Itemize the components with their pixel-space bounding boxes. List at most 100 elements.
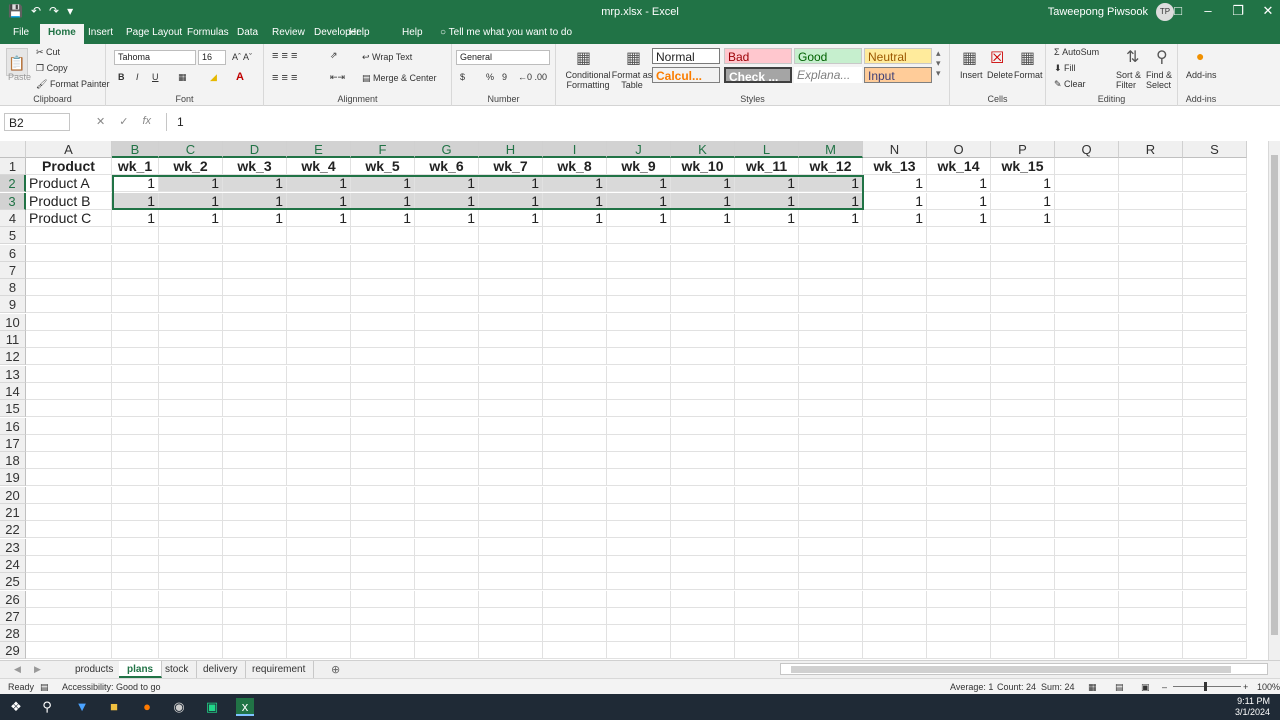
cell-e10[interactable] [287, 313, 351, 331]
cell-p17[interactable] [991, 434, 1055, 452]
cell-a24[interactable] [26, 555, 112, 573]
cell-q15[interactable] [1055, 400, 1119, 418]
row-header-20[interactable]: 20 [0, 486, 26, 504]
cell-q22[interactable] [1055, 521, 1119, 539]
cell-j9[interactable] [607, 296, 671, 314]
cell-e5[interactable] [287, 227, 351, 245]
cell-b7[interactable] [112, 261, 159, 279]
cell-g18[interactable] [415, 452, 479, 470]
cell-g12[interactable] [415, 348, 479, 366]
cell-s8[interactable] [1183, 279, 1247, 297]
insert-cells-button[interactable]: Insert [960, 70, 983, 80]
cell-p22[interactable] [991, 521, 1055, 539]
cell-n19[interactable] [863, 469, 927, 487]
cell-r6[interactable] [1119, 244, 1183, 262]
cell-p2[interactable]: 1 [991, 175, 1055, 193]
cell-e2[interactable]: 1 [287, 175, 351, 193]
cell-f17[interactable] [351, 434, 415, 452]
decimal-icon[interactable]: ←0 .00 [518, 72, 547, 82]
cell-h8[interactable] [479, 279, 543, 297]
cell-a15[interactable] [26, 400, 112, 418]
cell-f10[interactable] [351, 313, 415, 331]
cell-e26[interactable] [287, 590, 351, 608]
tab-data[interactable]: Data [237, 27, 258, 38]
cell-i18[interactable] [543, 452, 607, 470]
cell-e4[interactable]: 1 [287, 209, 351, 227]
cell-g1[interactable]: wk_6 [415, 158, 479, 175]
cell-o6[interactable] [927, 244, 991, 262]
style-good[interactable]: Good [794, 48, 862, 64]
cell-o27[interactable] [927, 607, 991, 625]
cell-d19[interactable] [223, 469, 287, 487]
cell-g7[interactable] [415, 261, 479, 279]
spreadsheet-grid[interactable]: A B C D E F G H I J K L M N O P Q R S 1 Product wk_1 wk_2 wk_3 w… [0, 141, 1268, 660]
cell-k1[interactable]: wk_10 [671, 158, 735, 175]
cell-g23[interactable] [415, 538, 479, 556]
cell-b20[interactable] [112, 486, 159, 504]
conditional-formatting-button[interactable]: Conditional Formatting [560, 70, 616, 90]
cell-f22[interactable] [351, 521, 415, 539]
cell-i17[interactable] [543, 434, 607, 452]
cell-p1[interactable]: wk_15 [991, 158, 1055, 175]
cell-h17[interactable] [479, 434, 543, 452]
column-header-e[interactable]: E [287, 141, 351, 158]
cell-m24[interactable] [799, 555, 863, 573]
cell-d8[interactable] [223, 279, 287, 297]
sheet-tab-products[interactable]: products [67, 661, 123, 678]
cell-p13[interactable] [991, 365, 1055, 383]
name-box[interactable]: B2 [4, 113, 70, 131]
cell-n9[interactable] [863, 296, 927, 314]
cell-b18[interactable] [112, 452, 159, 470]
cell-o17[interactable] [927, 434, 991, 452]
cell-b17[interactable] [112, 434, 159, 452]
cell-k16[interactable] [671, 417, 735, 435]
cell-r26[interactable] [1119, 590, 1183, 608]
column-header-i[interactable]: I [543, 141, 607, 158]
cell-d13[interactable] [223, 365, 287, 383]
cell-j20[interactable] [607, 486, 671, 504]
cell-j3[interactable]: 1 [607, 192, 671, 210]
row-header-10[interactable]: 10 [0, 313, 26, 331]
cell-a3[interactable]: Product B [26, 192, 112, 210]
cell-q27[interactable] [1055, 607, 1119, 625]
cell-c14[interactable] [159, 382, 223, 400]
cell-o26[interactable] [927, 590, 991, 608]
cell-a4[interactable]: Product C [26, 209, 112, 227]
cell-n8[interactable] [863, 279, 927, 297]
cell-o9[interactable] [927, 296, 991, 314]
cell-l9[interactable] [735, 296, 799, 314]
cell-q25[interactable] [1055, 573, 1119, 591]
cell-f19[interactable] [351, 469, 415, 487]
row-header-18[interactable]: 18 [0, 452, 26, 470]
row-header-5[interactable]: 5 [0, 227, 26, 245]
cell-q26[interactable] [1055, 590, 1119, 608]
cell-s26[interactable] [1183, 590, 1247, 608]
cell-f1[interactable]: wk_5 [351, 158, 415, 175]
cell-k9[interactable] [671, 296, 735, 314]
windows-start-icon[interactable]: ❖ [7, 698, 25, 716]
cell-h5[interactable] [479, 227, 543, 245]
cell-d15[interactable] [223, 400, 287, 418]
cell-d26[interactable] [223, 590, 287, 608]
formula-input[interactable]: 1 [166, 113, 1274, 131]
cell-a13[interactable] [26, 365, 112, 383]
format-cells-button[interactable]: Format [1014, 70, 1043, 80]
cell-l1[interactable]: wk_11 [735, 158, 799, 175]
column-header-o[interactable]: O [927, 141, 991, 158]
row-header-28[interactable]: 28 [0, 625, 26, 643]
cell-i23[interactable] [543, 538, 607, 556]
cell-p9[interactable] [991, 296, 1055, 314]
cell-i9[interactable] [543, 296, 607, 314]
cell-q5[interactable] [1055, 227, 1119, 245]
cell-i11[interactable] [543, 331, 607, 348]
page-break-view-icon[interactable]: ▣ [1141, 682, 1150, 693]
cell-a8[interactable] [26, 279, 112, 297]
cell-r14[interactable] [1119, 382, 1183, 400]
cell-c10[interactable] [159, 313, 223, 331]
cell-e29[interactable] [287, 642, 351, 660]
cell-m19[interactable] [799, 469, 863, 487]
cell-m13[interactable] [799, 365, 863, 383]
row-header-26[interactable]: 26 [0, 590, 26, 608]
cell-n15[interactable] [863, 400, 927, 418]
zoom-level[interactable]: 100% [1257, 682, 1280, 692]
